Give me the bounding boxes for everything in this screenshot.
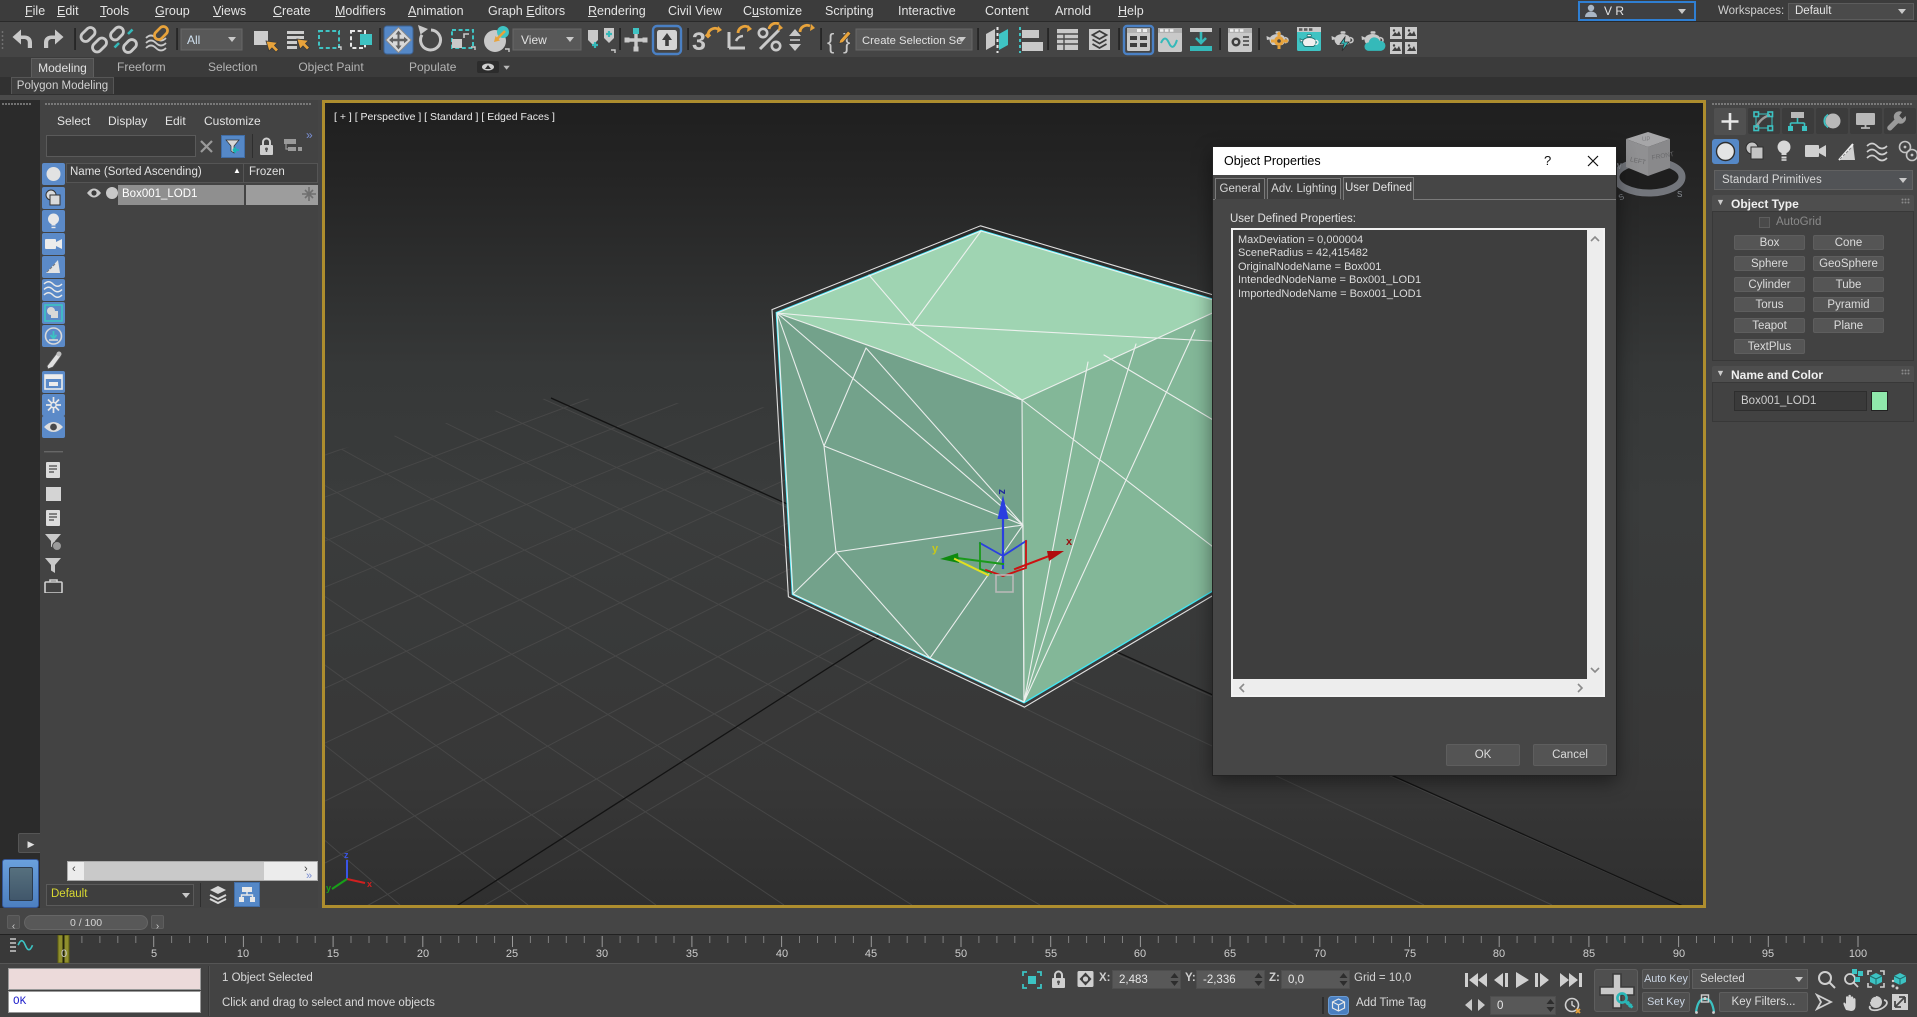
- svg-text:[ + ] [ Perspective ] [ Standa: [ + ] [ Perspective ] [ Standard ] [ Edg…: [334, 111, 555, 123]
- svg-text:x: x: [1066, 536, 1073, 548]
- svg-text:y: y: [932, 543, 939, 555]
- svg-text:z: z: [344, 850, 349, 860]
- svg-text:{: {: [827, 29, 834, 54]
- svg-text:All: All: [187, 33, 200, 47]
- svg-text:Create Selection Se: Create Selection Se: [862, 35, 962, 47]
- svg-text:3: 3: [692, 28, 706, 56]
- svg-text:x: x: [367, 879, 372, 889]
- svg-text:y: y: [326, 883, 331, 893]
- svg-text:View: View: [521, 33, 547, 47]
- svg-text:S: S: [1677, 190, 1682, 199]
- svg-text:UP: UP: [1642, 137, 1650, 143]
- svg-text:z: z: [996, 489, 1008, 495]
